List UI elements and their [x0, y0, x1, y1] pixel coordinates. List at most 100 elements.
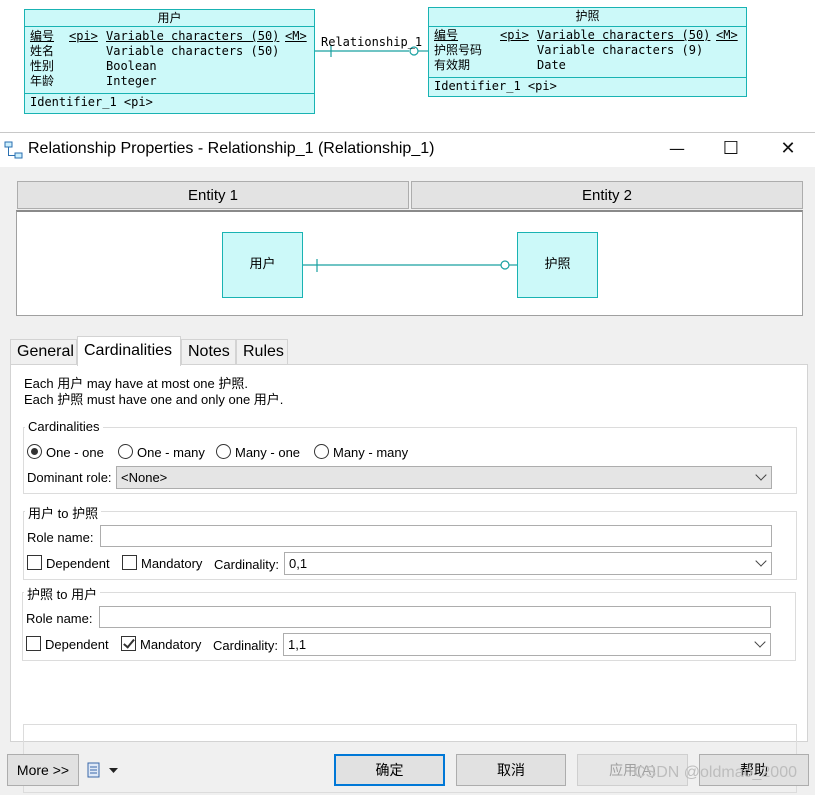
- cardinalities-group: Cardinalities One - one One - many Many …: [23, 419, 797, 494]
- entity-passport-attributes: 编号 <pi> Variable characters (50) <M> 护照号…: [429, 27, 746, 78]
- entity-passport-title: 护照: [429, 8, 746, 27]
- attribute-name: 编号: [434, 28, 459, 42]
- role1-mandatory-label[interactable]: Mandatory: [141, 556, 202, 571]
- radio-many-one-label[interactable]: Many - one: [235, 445, 300, 460]
- attribute-name: 性别: [30, 59, 55, 73]
- cancel-button[interactable]: 取消: [456, 754, 566, 786]
- attribute-type: Date: [537, 58, 566, 72]
- relationship-label[interactable]: Relationship_1: [321, 35, 422, 49]
- attribute-name: 年龄: [30, 74, 55, 88]
- role1-dependent-checkbox[interactable]: [27, 555, 42, 570]
- tab-notes[interactable]: Notes: [181, 339, 236, 365]
- title-bar[interactable]: Relationship Properties - Relationship_1…: [0, 133, 815, 167]
- attribute-name: 姓名: [30, 44, 55, 58]
- cardinalities-panel: Each 用户 may have at most one 护照. Each 护照…: [10, 364, 808, 793]
- role1-cardinality-select[interactable]: 0,1: [284, 552, 772, 575]
- dominant-role-select[interactable]: <None>: [116, 466, 772, 489]
- attribute-type: Integer: [106, 74, 157, 88]
- preview-relationship-line: [303, 259, 517, 272]
- role2-group-label: 护照 to 用户: [24, 584, 101, 603]
- dropdown-arrow-icon: [754, 636, 766, 648]
- relationship-preview: 用户 护照: [16, 210, 803, 316]
- role1-group-label: 用户 to 护照: [25, 503, 102, 522]
- dominant-role-value: <None>: [121, 470, 168, 485]
- radio-one-many[interactable]: [118, 444, 133, 459]
- properties-menu-icon: [87, 762, 100, 778]
- attribute-mandatory: <M>: [716, 28, 738, 42]
- role2-cardinality-label: Cardinality:: [213, 638, 279, 653]
- cardinalities-group-label: Cardinalities: [25, 419, 103, 434]
- role2-cardinality-select[interactable]: 1,1: [283, 633, 771, 656]
- role2-mandatory-label[interactable]: Mandatory: [140, 637, 201, 652]
- entity-passport-identifier: Identifier_1 <pi>: [434, 79, 557, 93]
- description-line-2: Each 护照 must have one and only one 用户.: [24, 392, 284, 407]
- description-line-1: Each 用户 may have at most one 护照.: [24, 376, 248, 391]
- entity-user-attributes: 编号 <pi> Variable characters (50) <M> 姓名 …: [25, 27, 314, 94]
- attribute-name: 护照号码: [434, 43, 483, 57]
- tab-general[interactable]: General: [10, 339, 77, 365]
- dominant-role-label: Dominant role:: [27, 470, 112, 485]
- attribute-key: <pi>: [69, 29, 98, 43]
- tab-cardinalities[interactable]: Cardinalities: [77, 336, 181, 366]
- role-passport-to-user-group: 护照 to 用户 Role name: Dependent Mandatory …: [22, 584, 796, 661]
- radio-many-many[interactable]: [314, 444, 329, 459]
- attribute-row: 性别 Boolean: [30, 59, 310, 74]
- ok-button[interactable]: 确定: [334, 754, 445, 786]
- radio-many-many-label[interactable]: Many - many: [333, 445, 408, 460]
- attribute-type: Variable characters (9): [537, 43, 704, 57]
- maximize-button[interactable]: ☐: [708, 133, 754, 167]
- attribute-type: Variable characters (50): [106, 29, 280, 43]
- close-button[interactable]: ✕: [765, 133, 811, 167]
- chevron-down-icon: [109, 768, 118, 773]
- relationship-properties-dialog: Relationship Properties - Relationship_1…: [0, 132, 815, 795]
- role2-dependent-checkbox[interactable]: [26, 636, 41, 651]
- dropdown-arrow-icon: [755, 469, 767, 481]
- preview-entity-1: 用户: [222, 232, 303, 298]
- role1-dependent-label[interactable]: Dependent: [46, 556, 110, 571]
- radio-one-many-label[interactable]: One - many: [137, 445, 205, 460]
- attribute-type: Variable characters (50): [106, 44, 280, 58]
- tab-rules[interactable]: Rules: [236, 339, 288, 365]
- entity-passport[interactable]: 护照 编号 <pi> Variable characters (50) <M> …: [428, 7, 747, 97]
- attribute-row: 编号 <pi> Variable characters (50) <M>: [434, 28, 742, 43]
- entity-header-bar: Entity 1 Entity 2: [17, 181, 803, 209]
- role-user-to-passport-group: 用户 to 护照 Role name: Dependent Mandatory …: [23, 503, 797, 580]
- attribute-key: <pi>: [500, 28, 529, 42]
- role1-mandatory-checkbox[interactable]: [122, 555, 137, 570]
- attribute-row: 年龄 Integer: [30, 74, 310, 89]
- radio-many-one[interactable]: [216, 444, 231, 459]
- entity-2-header[interactable]: Entity 2: [411, 181, 803, 209]
- attribute-type: Variable characters (50): [537, 28, 711, 42]
- minimize-button[interactable]: —: [654, 133, 700, 167]
- attribute-type: Boolean: [106, 59, 157, 73]
- role2-role-name-label: Role name:: [26, 611, 93, 626]
- dropdown-arrow-icon: [755, 555, 767, 567]
- relationship-icon: [4, 141, 23, 159]
- properties-menu-button[interactable]: [86, 761, 120, 781]
- watermark: CSDN @oldmao_2000: [634, 764, 797, 781]
- role2-cardinality-value: 1,1: [288, 637, 307, 652]
- entity-user-identifier: Identifier_1 <pi>: [30, 95, 153, 109]
- role2-role-name-input[interactable]: [99, 606, 771, 628]
- entity-user-title: 用户: [25, 10, 314, 27]
- attribute-row: 护照号码 Variable characters (9): [434, 43, 742, 58]
- more-button[interactable]: More >>: [7, 754, 79, 786]
- role2-dependent-label[interactable]: Dependent: [45, 637, 109, 652]
- role1-cardinality-value: 0,1: [289, 556, 308, 571]
- role1-cardinality-label: Cardinality:: [214, 557, 280, 572]
- diagram-canvas[interactable]: 用户 编号 <pi> Variable characters (50) <M> …: [0, 0, 815, 132]
- attribute-row: 姓名 Variable characters (50): [30, 44, 310, 59]
- role1-role-name-label: Role name:: [27, 530, 94, 545]
- attribute-mandatory: <M>: [285, 29, 307, 43]
- entity-user[interactable]: 用户 编号 <pi> Variable characters (50) <M> …: [24, 9, 315, 114]
- attribute-name: 有效期: [434, 58, 471, 72]
- role1-role-name-input[interactable]: [100, 525, 772, 547]
- radio-one-one[interactable]: [27, 444, 42, 459]
- entity-1-header[interactable]: Entity 1: [17, 181, 409, 209]
- dialog-title: Relationship Properties - Relationship_1…: [28, 140, 435, 157]
- radio-one-one-label[interactable]: One - one: [46, 445, 104, 460]
- attribute-row: 编号 <pi> Variable characters (50) <M>: [30, 29, 310, 44]
- attribute-name: 编号: [30, 29, 55, 43]
- role2-mandatory-checkbox[interactable]: [121, 636, 136, 651]
- attribute-row: 有效期 Date: [434, 58, 742, 73]
